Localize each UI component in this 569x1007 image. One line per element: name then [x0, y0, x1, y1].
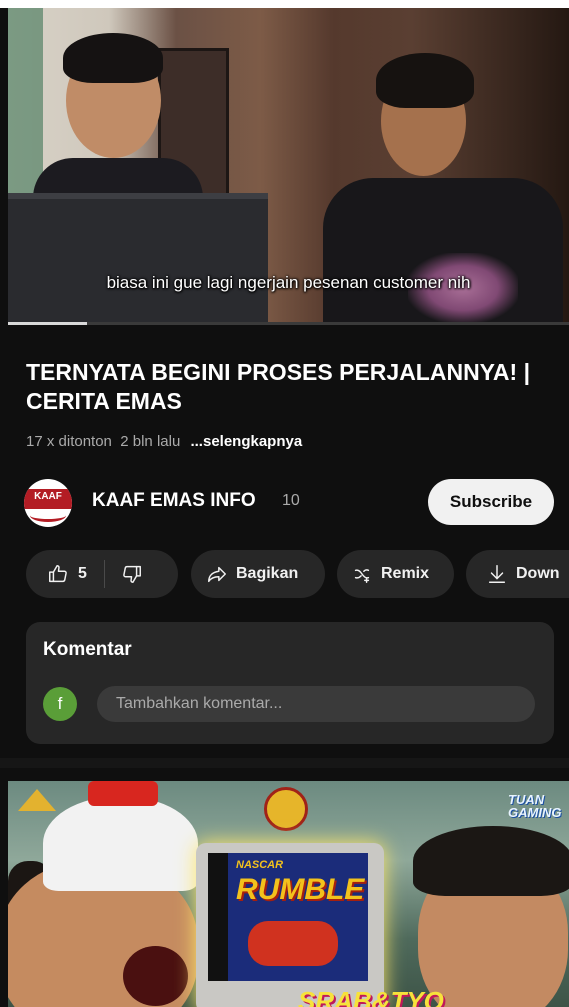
- like-divider: [103, 560, 105, 588]
- user-avatar: f: [43, 687, 77, 721]
- video-person-left-hair: [63, 33, 163, 83]
- subscriber-count: 10: [282, 492, 300, 509]
- share-arrow-icon: [206, 563, 228, 585]
- comments-panel[interactable]: Komentar f Tambahkan komentar...: [26, 622, 554, 744]
- thumb-game-subtitle: NASCAR: [236, 859, 284, 871]
- section-separator: [0, 758, 569, 768]
- share-label: Bagikan: [236, 565, 299, 582]
- remix-icon: [351, 563, 373, 585]
- video-title: TERNYATA BEGINI PROSES PERJALANNYA! | CE…: [26, 359, 531, 414]
- thumb-brand-line-2: GAMING: [508, 805, 562, 820]
- channel-name[interactable]: KAAF EMAS INFO: [92, 490, 256, 512]
- comment-placeholder: Tambahkan komentar...: [116, 695, 283, 712]
- video-progress-bar[interactable]: [8, 322, 569, 325]
- add-comment-input[interactable]: Tambahkan komentar...: [97, 686, 535, 722]
- thumb-brand-logo: TUAN GAMING: [508, 793, 561, 819]
- share-button[interactable]: Bagikan: [191, 550, 325, 598]
- video-progress-fill: [8, 322, 87, 325]
- channel-avatar[interactable]: KAAF: [24, 479, 72, 527]
- video-meta[interactable]: 17 x ditonton 2 bln lalu ...selengkapnya: [26, 433, 302, 450]
- download-icon: [486, 563, 508, 585]
- view-count: 17 x ditonton: [26, 433, 112, 450]
- thumbs-up-icon[interactable]: [47, 563, 69, 585]
- thumb-left-cap-tip: [88, 781, 158, 806]
- upload-age: 2 bln lalu: [120, 433, 181, 450]
- thumb-bottom-text: SRAB&TYO: [298, 986, 444, 1007]
- channel-logo-text: KAAF: [34, 491, 62, 502]
- comments-heading: Komentar: [43, 639, 132, 660]
- next-video-thumbnail[interactable]: NASCAR RUMBLE TUAN GAMING SRAB&TYO: [8, 781, 569, 1007]
- thumb-game-car: [248, 921, 338, 966]
- like-count[interactable]: 5: [78, 565, 87, 583]
- channel-logo-wave: [30, 509, 66, 522]
- video-player[interactable]: biasa ini gue lagi ngerjain pesenan cust…: [8, 8, 569, 323]
- status-bar-edge: [0, 0, 569, 8]
- thumb-left-mouth: [123, 946, 188, 1006]
- thumb-right-hair: [413, 826, 569, 896]
- thumb-game-title: RUMBLE: [236, 873, 365, 906]
- thumbs-down-icon[interactable]: [121, 563, 143, 585]
- thumb-game-spine: [208, 853, 228, 981]
- remix-button[interactable]: Remix: [337, 550, 454, 598]
- video-person-right-hair: [376, 53, 474, 108]
- video-caption: biasa ini gue lagi ngerjain pesenan cust…: [106, 273, 471, 292]
- thumb-badge-icon: [264, 787, 308, 831]
- thumb-left-cap: [43, 796, 198, 891]
- download-label: Down: [516, 565, 560, 582]
- download-button[interactable]: Down: [466, 550, 569, 598]
- like-dislike-chip: 5: [26, 550, 178, 598]
- crown-icon: [18, 789, 56, 811]
- subscribe-button[interactable]: Subscribe: [428, 479, 554, 525]
- video-laptop: [8, 193, 268, 323]
- remix-label: Remix: [381, 565, 430, 582]
- show-more-link[interactable]: ...selengkapnya: [190, 433, 302, 450]
